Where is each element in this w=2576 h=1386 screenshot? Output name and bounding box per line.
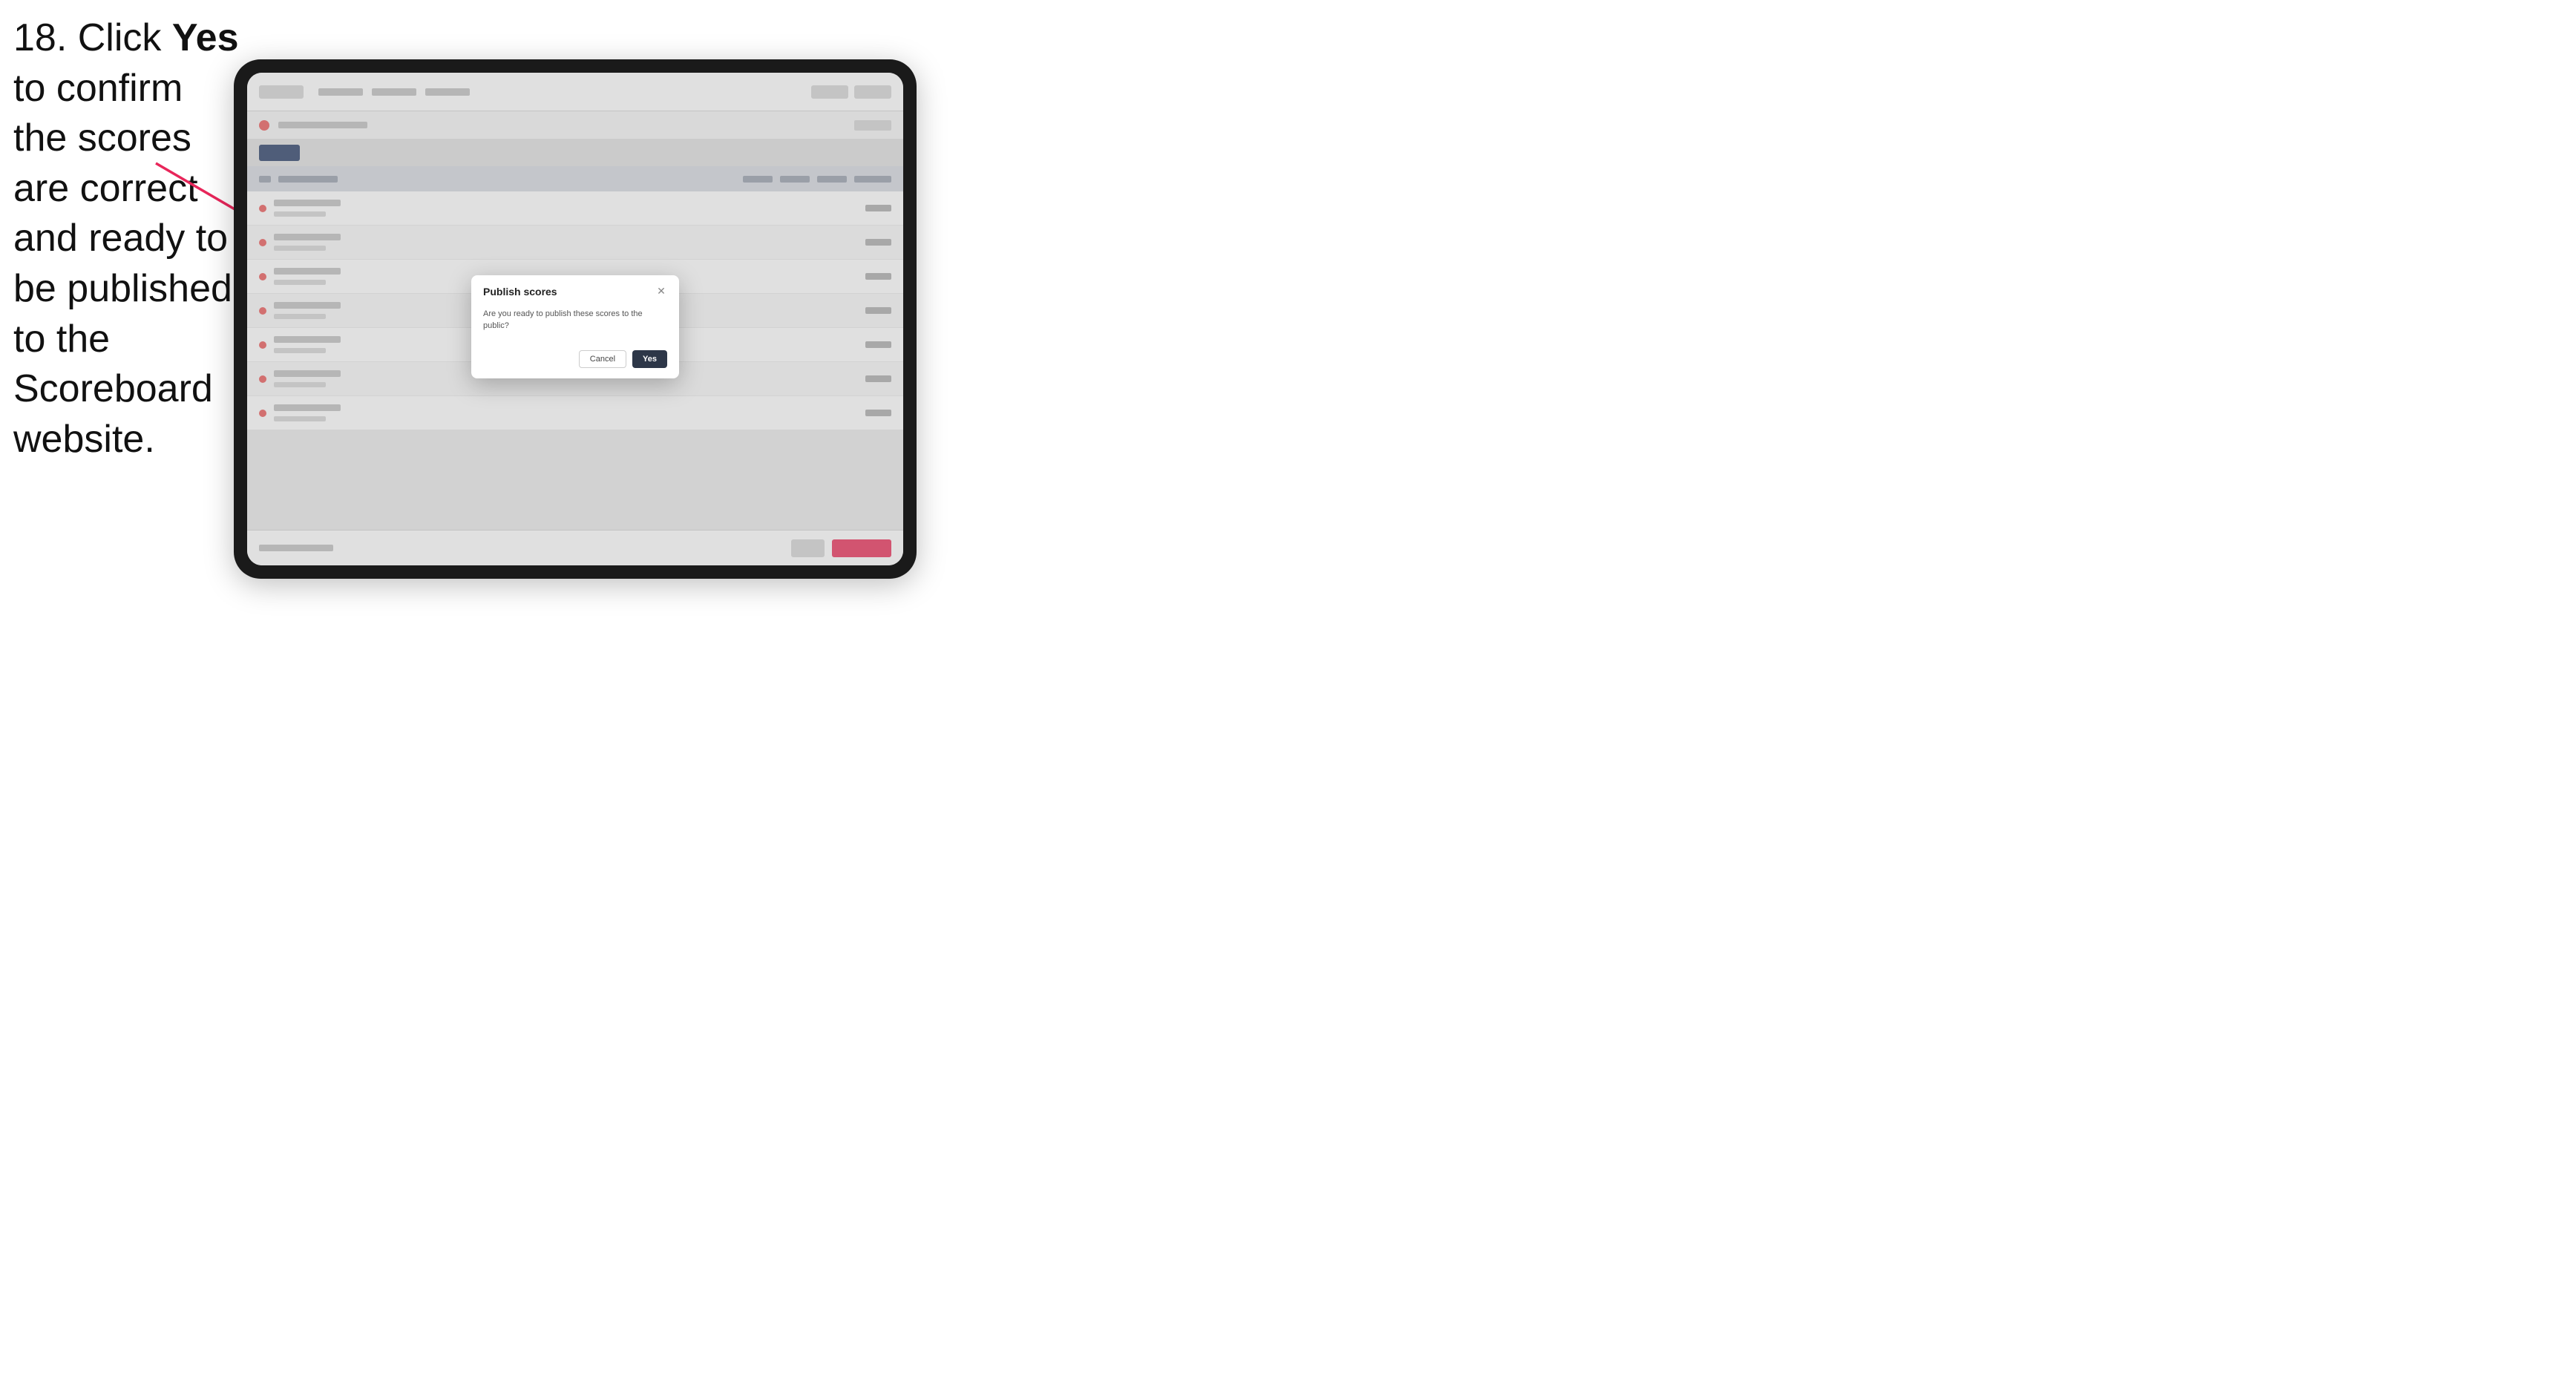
instruction-text: 18. Click Yes to confirm the scores are … <box>13 13 243 464</box>
modal-yes-button[interactable]: Yes <box>632 350 667 368</box>
tablet-device: Publish scores ✕ Are you ready to publis… <box>234 59 917 579</box>
tablet-screen: Publish scores ✕ Are you ready to publis… <box>247 73 903 565</box>
publish-scores-dialog: Publish scores ✕ Are you ready to publis… <box>471 275 679 378</box>
modal-overlay: Publish scores ✕ Are you ready to publis… <box>247 73 903 565</box>
instruction-bold: Yes <box>172 16 239 59</box>
instruction-part2: to confirm the scores are correct and re… <box>13 67 232 461</box>
modal-body: Are you ready to publish these scores to… <box>471 305 679 344</box>
modal-header: Publish scores ✕ <box>471 275 679 305</box>
modal-cancel-button[interactable]: Cancel <box>579 350 626 368</box>
modal-footer: Cancel Yes <box>471 344 679 378</box>
modal-close-button[interactable]: ✕ <box>655 286 667 298</box>
instruction-part1: Click <box>67 16 172 59</box>
modal-question-text: Are you ready to publish these scores to… <box>483 308 667 332</box>
modal-title: Publish scores <box>483 286 557 298</box>
step-number: 18. <box>13 16 67 59</box>
